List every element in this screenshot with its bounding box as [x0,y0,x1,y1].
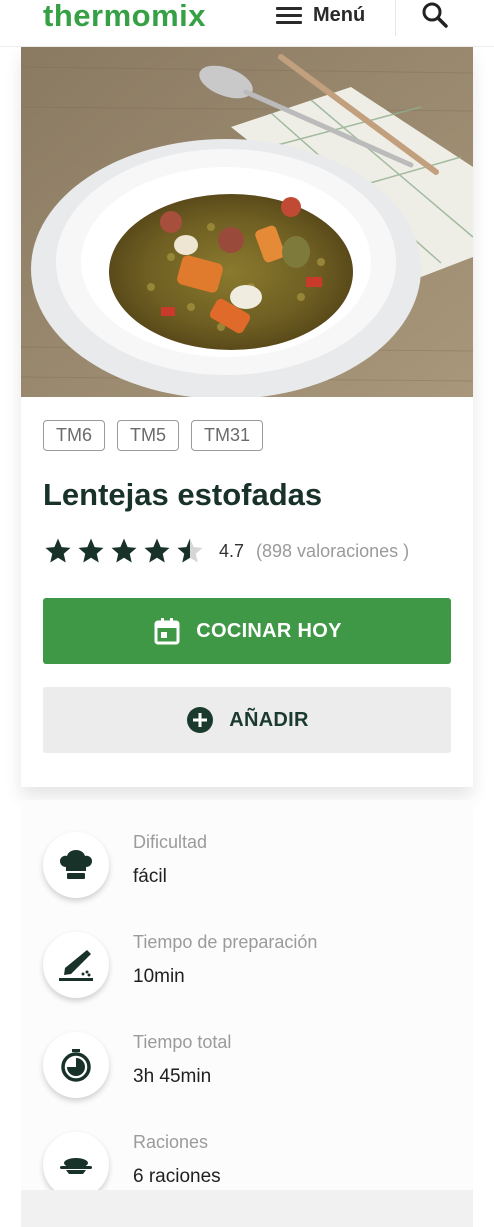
star-icon [144,538,170,563]
detail-value: 3h 45min [133,1066,212,1087]
search-button[interactable] [420,0,450,30]
star-icon [78,538,104,563]
detail-label: Dificultad [133,832,208,852]
detail-value: fácil [133,866,167,887]
header-divider [395,0,396,36]
top-header: thermomix Menú [0,0,494,47]
knife-icon [59,950,93,981]
cook-today-label: COCINAR HOY [196,619,342,642]
recipe-title: Lentejas estofadas [43,477,323,512]
half-star-icon [177,538,203,563]
menu-label: Menú [313,3,366,26]
star-icon [45,538,71,563]
recipe-details: Dificultad fácil Tiempo de preparación 1… [21,800,473,1198]
rating-count: (898 valoraciones ) [256,540,410,561]
rating-stars [43,536,205,566]
detail-label: Raciones [133,1132,209,1152]
detail-value: 6 raciones [133,1166,221,1187]
rating-value: 4.7 [219,540,245,561]
plus-circle-icon [187,707,214,733]
detail-value: 10min [133,966,185,987]
device-chip-tm6[interactable]: TM6 [43,420,105,451]
hamburger-icon [276,3,302,28]
recipe-card: TM6 TM5 TM31 Lentejas estofadas 4.7 (898… [21,47,473,787]
menu-button[interactable]: Menú [276,0,365,31]
add-button[interactable]: AÑADIR [43,687,451,753]
device-chip-tm31[interactable]: TM31 [191,420,264,451]
recipe-photo [21,47,473,397]
rating-row[interactable]: 4.7 (898 valoraciones ) [43,536,409,566]
detail-label: Tiempo total [133,1032,232,1052]
cook-today-button[interactable]: COCINAR HOY [43,598,451,664]
device-chip-tm5[interactable]: TM5 [117,420,179,451]
add-label: AÑADIR [229,708,309,731]
timer-icon [61,1049,91,1082]
chef-hat-icon [60,850,92,879]
search-icon [422,2,448,28]
thermomix-logo[interactable]: thermomix [43,0,206,35]
serving-dish-icon [60,1158,92,1174]
bottom-bar [21,1190,473,1227]
star-icon [111,538,137,563]
calendar-icon [154,618,180,645]
device-chips: TM6 TM5 TM31 [43,420,264,451]
detail-label: Tiempo de preparación [133,932,318,952]
